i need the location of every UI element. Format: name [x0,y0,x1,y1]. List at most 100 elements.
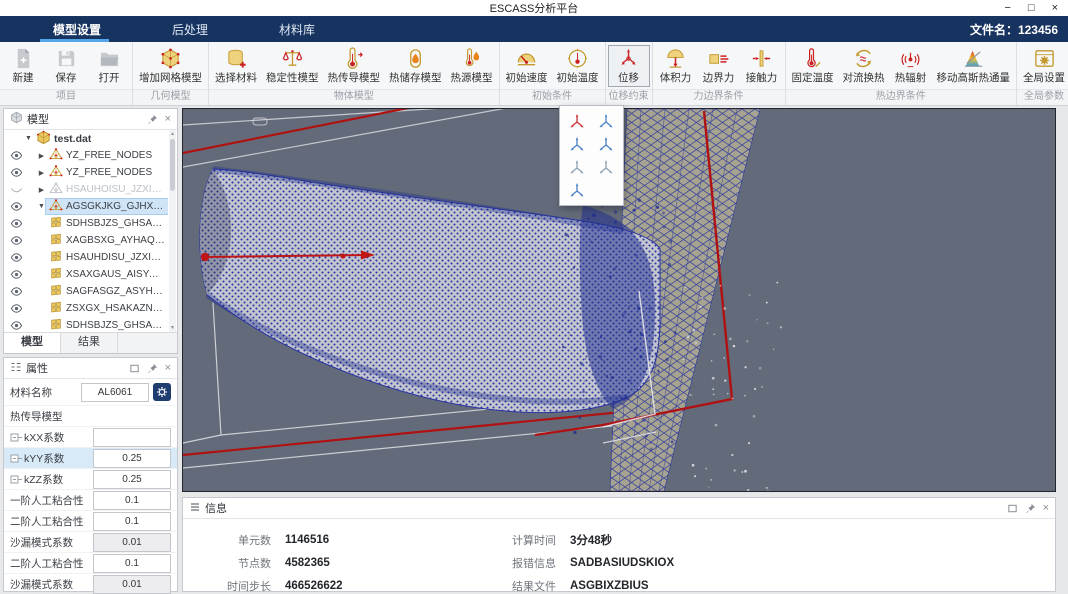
eye-closed-icon[interactable] [10,183,23,196]
property-row[interactable]: 沙漏模式系数 [4,574,177,594]
select-material-button[interactable]: 选择材料 [211,45,261,87]
tree-root-item[interactable]: ▼test.dat [4,130,168,147]
close-icon[interactable]: × [165,362,171,374]
property-value-input[interactable] [93,470,171,489]
eye-open-icon[interactable] [10,319,23,332]
close-button[interactable]: × [1052,0,1058,16]
minimize-button[interactable]: − [1004,0,1010,16]
axis-triad-option-7[interactable] [563,179,591,201]
tree-item[interactable]: SDHSBJZS_GHSABJHB_ZAHU [4,215,168,232]
scroll-thumb[interactable] [170,139,175,191]
property-row[interactable]: 二阶人工粘合性 [4,511,177,532]
axis-triad-option-2[interactable] [592,110,620,132]
maximize-icon[interactable] [1007,503,1018,514]
maximize-icon[interactable] [129,363,140,374]
boundary-force-button[interactable]: 边界力 [698,45,740,87]
body-force-button[interactable]: 体积力 [655,45,697,87]
tree-item[interactable]: HSAUHDISU_JZXIUXHAHX [4,249,168,266]
eye-open-icon[interactable] [10,285,23,298]
tree-item-body[interactable]: YZ_FREE_NODES [46,148,155,163]
radiation-button[interactable]: 热辐射 [890,45,932,87]
tree-item[interactable]: SAGFASGZ_ASYHHXSN [4,283,168,300]
eye-open-icon[interactable] [10,268,23,281]
stability-model-button[interactable]: 稳定性模型 [262,45,323,87]
property-value-input[interactable] [93,491,171,510]
tree-item[interactable]: SDHSBJZS_GHSABJHB_ZAHU [4,317,168,332]
tree-item-body[interactable]: XSAXGAUS_AISYAQSH_ASHX [46,267,168,282]
property-row[interactable]: kXX系数 [4,427,177,448]
tree-item-body[interactable]: HSAUHOISU_JZXIUXHAHX [46,182,168,197]
tree-item-body[interactable]: ZSXGX_HSAKAZNZXK_AHASX [46,301,168,316]
menu-tab-2[interactable]: 后处理 [153,16,222,42]
initial-velocity-button[interactable]: 初始速度 [502,45,552,87]
chevron-right-icon[interactable]: ▶ [37,169,46,177]
property-value-input[interactable] [93,575,171,594]
pin-icon[interactable] [147,114,158,125]
property-value-input[interactable] [93,512,171,531]
property-row[interactable]: 二阶人工粘合性 [4,553,177,574]
eye-open-icon[interactable] [10,234,23,247]
eye-open-icon[interactable] [10,149,23,162]
new-file-button[interactable]: 新建 [2,45,44,87]
heat-conduction-button[interactable]: 热传导模型 [324,45,385,87]
menu-tab-3[interactable]: 材料库 [260,16,329,42]
property-row[interactable]: kYY系数 [4,448,177,469]
tree-item-body[interactable]: SAGFASGZ_ASYHHXSN [46,284,168,299]
pin-icon[interactable] [147,363,158,374]
eye-open-icon[interactable] [10,200,23,213]
tree-item-body[interactable]: HSAUHDISU_JZXIUXHAHX [46,250,168,265]
tree-item[interactable]: ▶YZ_FREE_NODES [4,164,168,181]
tree-item-body[interactable]: SDHSBJZS_GHSABJHB_ZAHU [46,318,168,332]
material-settings-button[interactable] [153,383,171,401]
displacement-button[interactable]: 位移 [608,45,650,87]
contact-force-button[interactable]: 接触力 [741,45,783,87]
axis-triad-option-5[interactable] [563,156,591,178]
close-icon[interactable]: × [1043,502,1049,514]
property-row[interactable]: kZZ系数 [4,469,177,490]
panel-tab-results[interactable]: 结果 [61,333,118,353]
scroll-up-icon[interactable]: ▲ [169,131,176,137]
open-folder-button[interactable]: 打开 [88,45,130,87]
fixed-temperature-button[interactable]: 固定温度 [788,45,838,87]
tree-item-body[interactable]: SDHSBJZS_GHSABJHB_ZAHU [46,216,168,231]
axis-triad-option-3[interactable] [563,133,591,155]
eye-open-icon[interactable] [10,251,23,264]
property-value-input[interactable] [93,533,171,552]
moving-gauss-flux-button[interactable]: 移动高斯热通量 [933,45,1015,87]
chevron-down-icon[interactable]: ▼ [37,203,46,210]
tree-item-body[interactable]: YZ_FREE_NODES [46,165,155,180]
global-settings-button[interactable]: 全局设置 [1019,45,1068,87]
pin-icon[interactable] [1025,503,1036,514]
restore-button[interactable]: □ [1028,0,1035,16]
close-icon[interactable]: × [165,113,171,125]
chevron-right-icon[interactable]: ▶ [37,152,46,160]
tree-item-body[interactable]: AGSGKJKG_GJHXAJKHXA [46,199,168,214]
property-row[interactable]: 一阶人工粘合性 [4,490,177,511]
tree-item-body[interactable]: XAGBSXG_AYHAQBJ [46,233,168,248]
tree-item[interactable]: XAGBSXG_AYHAQBJ [4,232,168,249]
tree-item[interactable]: ZSXGX_HSAKAZNZXK_AHASX [4,300,168,317]
eye-open-icon[interactable] [10,166,23,179]
scroll-down-icon[interactable]: ▼ [169,325,176,331]
save-button[interactable]: 保存 [45,45,87,87]
axis-triad-option-6[interactable] [592,156,620,178]
tree-scrollbar[interactable]: ▲ ▼ [169,130,176,332]
add-mesh-model-button[interactable]: 增加网格模型 [135,45,206,87]
heat-storage-button[interactable]: 热储存模型 [385,45,446,87]
heat-source-button[interactable]: 热源模型 [447,45,497,87]
eye-open-icon[interactable] [10,302,23,315]
property-value-input[interactable] [93,449,171,468]
panel-tab-model[interactable]: 模型 [4,333,61,353]
tree-item[interactable]: ▼AGSGKJKG_GJHXAJKHXA [4,198,168,215]
axis-triad-option-4[interactable] [592,133,620,155]
eye-open-icon[interactable] [10,217,23,230]
menu-tab-1[interactable]: 模型设置 [34,16,115,42]
tree-root-body[interactable]: test.dat [33,131,94,146]
convection-button[interactable]: 对流换热 [839,45,889,87]
tree-item[interactable]: ▶YZ_FREE_NODES [4,147,168,164]
tree-item[interactable]: XSAXGAUS_AISYAQSH_ASHX [4,266,168,283]
property-value-input[interactable] [93,554,171,573]
chevron-down-icon[interactable]: ▼ [24,135,33,142]
property-row[interactable]: 沙漏模式系数 [4,532,177,553]
property-value-input[interactable] [93,428,171,447]
